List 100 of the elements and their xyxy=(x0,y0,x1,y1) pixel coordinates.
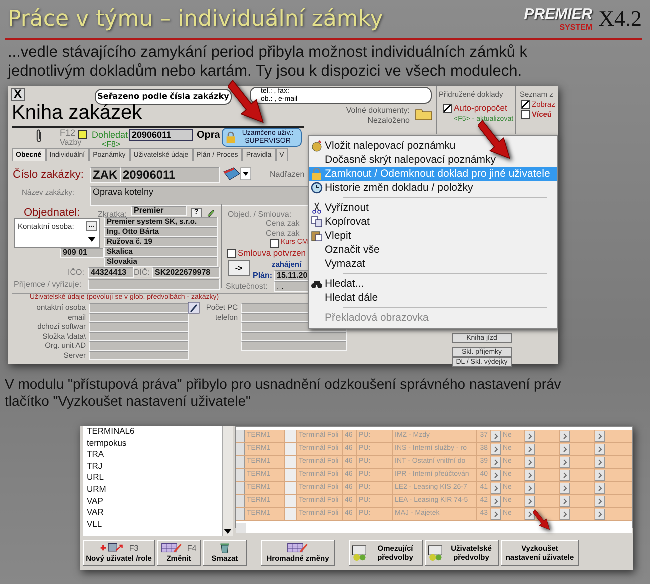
row-header-cell[interactable] xyxy=(236,469,245,481)
checkbox[interactable] xyxy=(521,110,530,119)
slide-title: Práce v týmu – individuální zámky xyxy=(7,6,384,32)
dropdown-arrow-icon[interactable] xyxy=(88,237,96,242)
menu-item[interactable]: Dočasně skrýt nalepovací poznámky xyxy=(309,153,557,167)
chevron-right-icon[interactable] xyxy=(491,470,501,480)
chevron-right-icon[interactable] xyxy=(525,456,535,468)
list-item[interactable]: TERMINAL6 xyxy=(87,426,222,438)
chevron-right-icon[interactable] xyxy=(491,482,501,494)
chevron-right-icon[interactable] xyxy=(525,444,535,454)
text-field[interactable] xyxy=(89,303,189,312)
find-field[interactable]: 20906011 xyxy=(129,129,193,141)
chevron-right-icon[interactable] xyxy=(525,482,535,494)
menu-item[interactable]: Vložit nalepovací poznámku xyxy=(309,139,557,153)
chevron-right-icon[interactable] xyxy=(525,508,535,520)
chevron-right-icon[interactable] xyxy=(595,496,605,506)
sort-callout: Seřazeno podle čísla zakázky xyxy=(95,89,232,105)
menu-item[interactable]: Kopírovat xyxy=(309,215,557,229)
chevron-right-icon[interactable] xyxy=(595,508,605,520)
grid-pencil-icon xyxy=(287,542,309,554)
chevron-right-icon[interactable] xyxy=(560,444,570,454)
chevron-right-icon[interactable] xyxy=(560,482,570,494)
chevron-right-icon[interactable] xyxy=(560,496,570,506)
list-item[interactable]: TRA xyxy=(87,449,222,461)
calendar-dropdown-icon[interactable] xyxy=(222,166,252,182)
text-field[interactable] xyxy=(89,341,189,350)
chevron-right-icon[interactable] xyxy=(491,456,501,468)
menu-item[interactable]: Hledat dále xyxy=(309,291,557,305)
field-label: DIČ: xyxy=(134,268,150,277)
chevron-right-icon[interactable] xyxy=(491,508,501,520)
menu-item[interactable]: Hledat... xyxy=(309,277,557,291)
menu-item[interactable]: Historie změn dokladu / položky xyxy=(309,181,557,195)
scroll-down-icon[interactable] xyxy=(224,529,232,534)
chevron-right-icon[interactable] xyxy=(491,444,501,454)
row-header-cell[interactable] xyxy=(236,443,245,455)
list-item[interactable]: termpokus xyxy=(87,438,222,450)
code-field[interactable]: Premier xyxy=(131,206,187,216)
chevron-right-icon[interactable] xyxy=(595,482,605,494)
row-header-cell[interactable] xyxy=(236,508,245,520)
chevron-right-icon[interactable] xyxy=(560,456,570,468)
list-item[interactable]: URM xyxy=(87,484,222,496)
chevron-right-icon[interactable] xyxy=(560,508,570,520)
chevron-right-icon[interactable] xyxy=(595,430,605,442)
order-number-field[interactable]: 20906011 xyxy=(120,167,220,183)
checkbox[interactable] xyxy=(521,100,530,109)
free-docs-value: Nezaloženo xyxy=(368,116,410,125)
chevron-right-icon[interactable] xyxy=(491,496,501,506)
shortcut-label: F12 xyxy=(60,128,76,138)
list-item[interactable]: VAP xyxy=(87,496,222,508)
logo-subtitle: SYSTEM xyxy=(560,23,593,32)
copy-icon xyxy=(311,216,323,228)
list-item[interactable]: TRJ xyxy=(87,460,222,472)
chevron-right-icon[interactable] xyxy=(525,430,535,442)
checkbox[interactable] xyxy=(227,249,236,258)
tax-id-field[interactable]: SK2022679978 xyxy=(152,267,220,278)
field-label: Číslo zakázky: xyxy=(13,169,84,181)
text-field[interactable] xyxy=(89,322,189,332)
scrollbar[interactable] xyxy=(236,523,632,533)
id-field[interactable]: 44324413 xyxy=(88,267,134,278)
paperclip-icon[interactable] xyxy=(36,129,44,143)
chevron-right-icon[interactable] xyxy=(560,430,570,442)
prefix-field[interactable]: ZAK xyxy=(90,167,122,183)
tool-icon[interactable] xyxy=(188,302,200,314)
chevron-right-icon[interactable] xyxy=(525,496,535,506)
clipboard-icon xyxy=(311,230,323,242)
recipient-field[interactable] xyxy=(88,279,220,290)
chevron-right-icon[interactable] xyxy=(491,430,501,442)
row-header-cell[interactable] xyxy=(236,456,245,468)
list-item[interactable]: VAR xyxy=(87,507,222,519)
date-field[interactable]: 15.11.20 xyxy=(274,270,310,281)
text-field[interactable] xyxy=(241,341,347,350)
chevron-right-icon[interactable] xyxy=(595,470,605,480)
list-item[interactable]: URL xyxy=(87,472,222,484)
chevron-right-icon[interactable] xyxy=(595,456,605,468)
chevron-right-icon[interactable] xyxy=(560,470,570,480)
scrollbar[interactable] xyxy=(222,426,233,536)
zip-field[interactable]: 909 01 xyxy=(60,248,104,258)
checkbox[interactable] xyxy=(270,239,279,248)
go-button[interactable]: -> xyxy=(228,260,250,276)
menu-item[interactable]: Vymazat xyxy=(309,257,557,271)
field-label: Zkratka: xyxy=(98,210,127,219)
close-button[interactable]: X xyxy=(11,88,25,101)
clock-icon xyxy=(311,182,323,194)
menu-item[interactable]: Vyříznout xyxy=(309,201,557,215)
row-header-cell[interactable] xyxy=(236,495,245,507)
chevron-right-icon[interactable] xyxy=(525,470,535,480)
padlock-icon xyxy=(311,168,323,180)
folder-icon[interactable] xyxy=(415,107,433,121)
intro-paragraph: ...vedle stávajícího zamykání period přibyla možnost individuálních zámků k jednotlivým dokladům nebo kartám. Ty jsou k dispozici ve všech modulech. xyxy=(8,43,528,81)
chevron-right-icon[interactable] xyxy=(595,444,605,454)
date-field[interactable]: . . xyxy=(274,281,310,292)
menu-item[interactable]: Vlepit xyxy=(309,229,557,243)
version-label: X4.2 xyxy=(598,6,642,32)
checkbox[interactable] xyxy=(443,104,452,113)
list-item[interactable]: VLL xyxy=(87,518,222,530)
row-header-cell[interactable] xyxy=(236,430,245,442)
field-label: IČO: xyxy=(68,268,84,277)
row-header-cell[interactable] xyxy=(236,482,245,494)
field-label: Opra xyxy=(197,130,220,141)
menu-item[interactable]: Označit vše xyxy=(309,243,557,257)
